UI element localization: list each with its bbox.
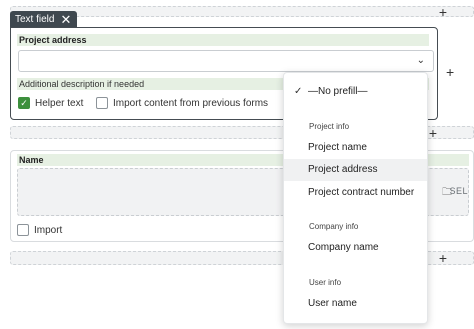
helper-text-label: Helper text — [35, 97, 84, 109]
import-content-checkbox[interactable] — [96, 97, 108, 109]
name-import-option[interactable]: Import — [17, 224, 62, 236]
menu-item-project-contract-number[interactable]: Project contract number — [284, 182, 427, 204]
field-type-label: Text field — [15, 14, 55, 25]
menu-item-company-name[interactable]: Company name — [284, 237, 427, 259]
prefill-select[interactable]: ⌄ — [18, 50, 434, 72]
import-content-option[interactable]: Import content from previous forms — [96, 97, 268, 109]
add-field-strip-top[interactable]: + — [10, 4, 474, 20]
menu-group-user-info: User info — [309, 278, 342, 287]
menu-item-no-prefill[interactable]: ✓ —No prefill— — [284, 81, 427, 103]
name-import-label: Import — [34, 224, 63, 236]
add-below-plus-icon[interactable]: + — [446, 64, 454, 80]
menu-item-label: —No prefill— — [308, 86, 368, 97]
helper-text-checkbox[interactable]: ✓ — [18, 97, 30, 109]
add-field-plus-icon[interactable]: + — [429, 124, 437, 142]
helper-text-option[interactable]: ✓ Helper text — [18, 97, 83, 109]
menu-item-project-address[interactable]: Project address — [284, 159, 427, 181]
menu-item-user-name[interactable]: User name — [284, 293, 427, 315]
close-icon[interactable]: ✕ — [60, 13, 71, 26]
check-icon: ✓ — [294, 86, 303, 97]
menu-item-project-name[interactable]: Project name — [284, 137, 427, 159]
chevron-down-icon: ⌄ — [416, 55, 425, 66]
menu-group-project-info: Project info — [309, 122, 350, 131]
select-button[interactable]: SEL — [449, 186, 468, 196]
import-content-label: Import content from previous forms — [113, 97, 269, 109]
add-field-plus-icon[interactable]: + — [439, 249, 447, 267]
name-import-checkbox[interactable] — [17, 224, 29, 236]
field-label: Project address — [17, 34, 429, 46]
prefill-dropdown-menu: ✓ —No prefill— Project info Project name… — [283, 72, 428, 324]
field-type-chip: Text field ✕ — [10, 11, 78, 28]
add-field-plus-icon[interactable]: + — [439, 3, 447, 21]
menu-group-company-info: Company info — [309, 222, 359, 231]
